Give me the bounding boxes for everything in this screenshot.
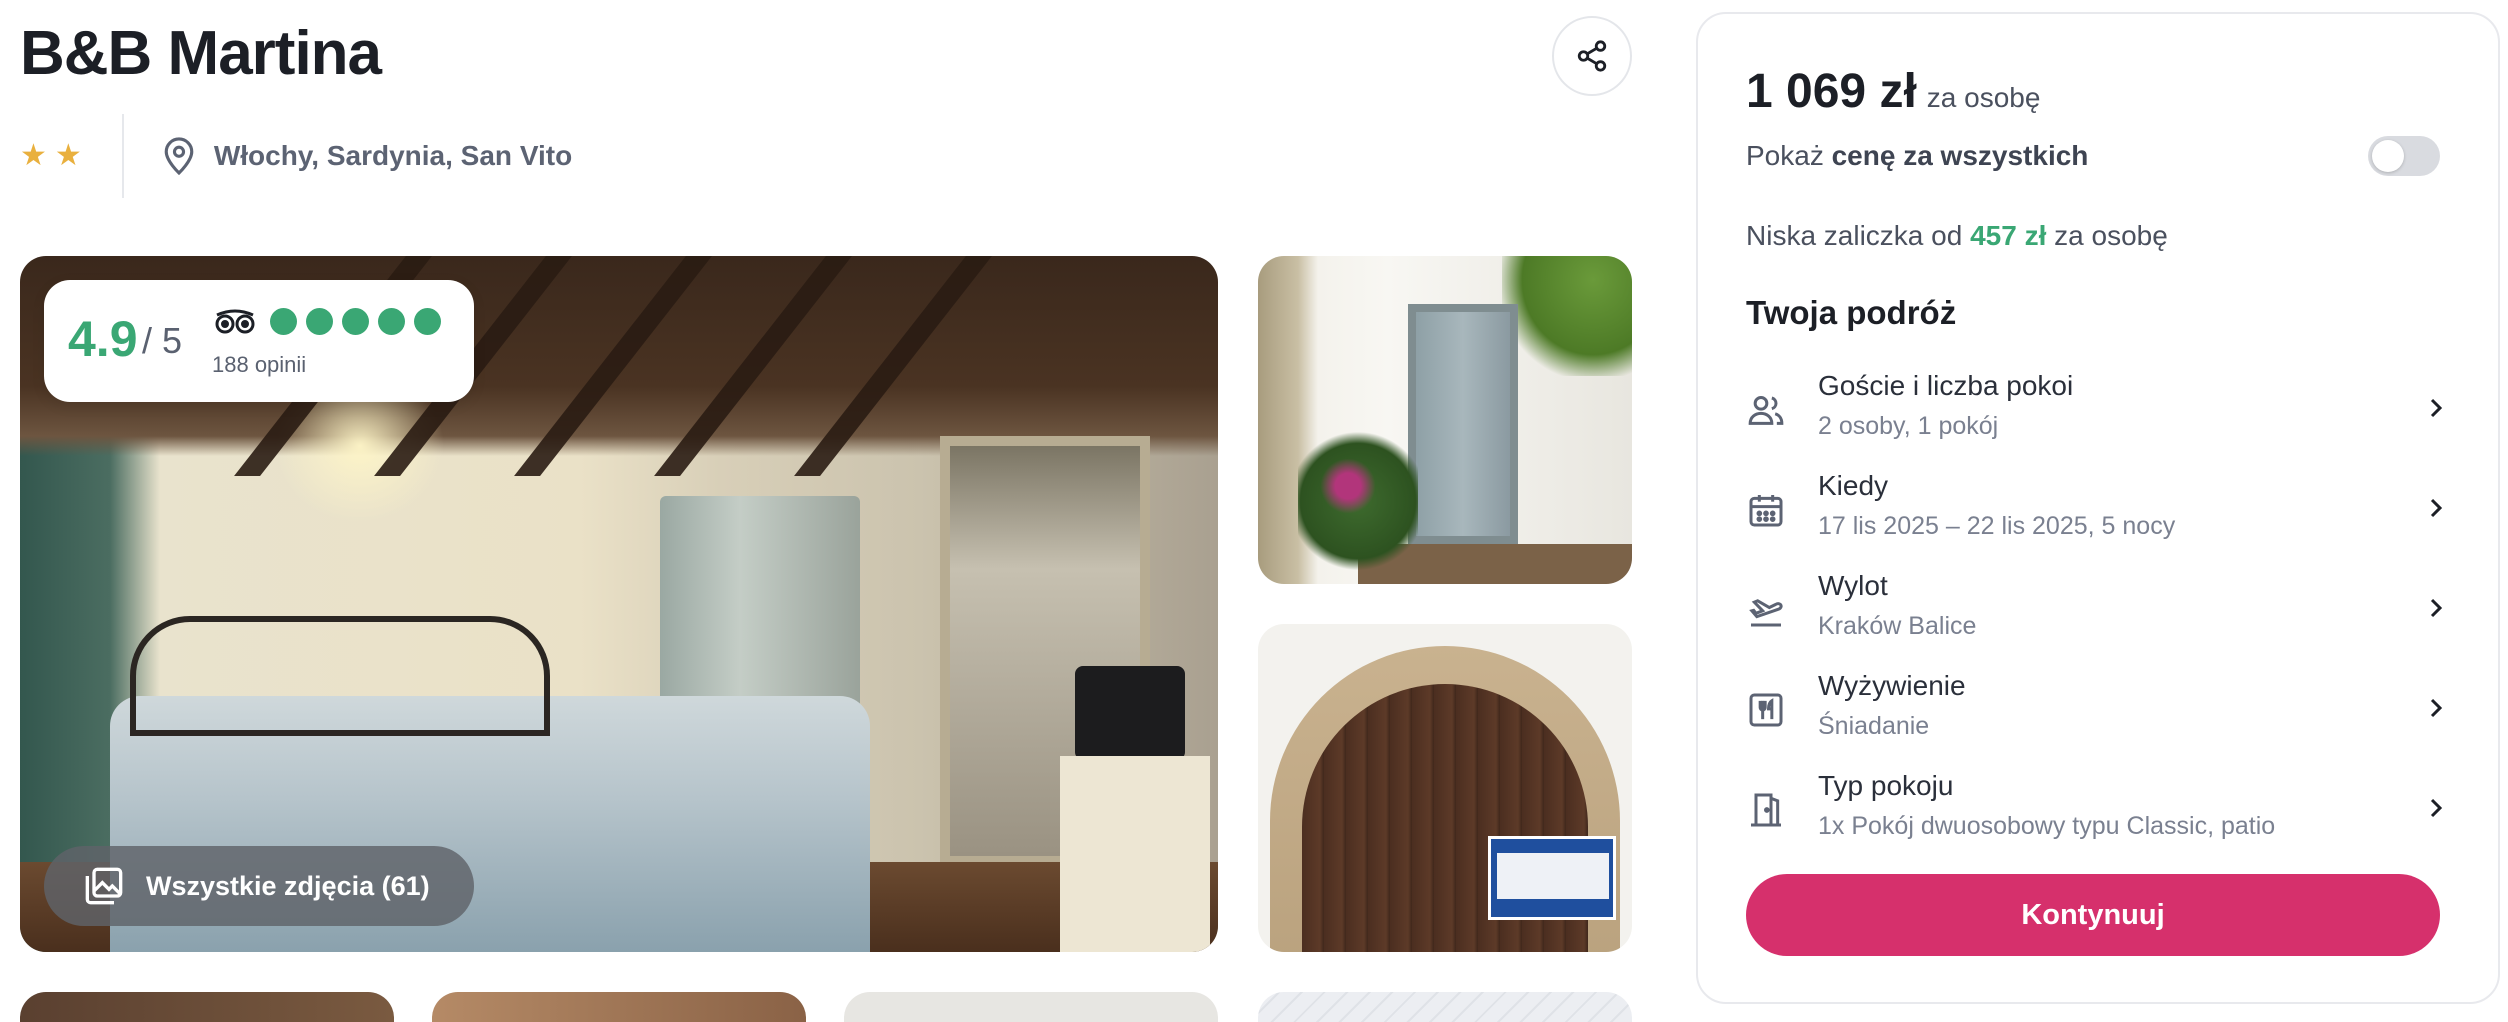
hotel-meta: ★ ★ Włochy, Sardynia, San Vito	[20, 114, 572, 198]
price: 1 069 zł	[1746, 65, 1917, 118]
trip-item-label: Wyżywienie	[1818, 670, 1966, 701]
trip-item-guests[interactable]: Goście i liczba pokoi 2 osoby, 1 pokój	[1746, 370, 2454, 458]
rating-bubble-icon	[270, 308, 297, 335]
photo-vine	[1502, 256, 1632, 376]
trip-item-departure[interactable]: Wylot Kraków Balice	[1746, 570, 2454, 658]
trip-item-dates[interactable]: Kiedy 17 lis 2025 – 22 lis 2025, 5 nocy	[1746, 470, 2454, 558]
photo-sign	[1488, 836, 1616, 920]
review-count[interactable]: 188 opinii	[212, 352, 306, 378]
deposit-suffix: za osobę	[2046, 220, 2168, 251]
star-icon: ★	[20, 139, 47, 172]
trip-item-value: Kraków Balice	[1818, 612, 1977, 640]
location: Włochy, Sardynia, San Vito	[162, 136, 572, 176]
divider	[121, 114, 124, 198]
rating-max: / 5	[142, 320, 183, 361]
price-unit: za osobę	[1926, 82, 2041, 113]
trip-item-value: 17 lis 2025 – 22 lis 2025, 5 nocy	[1818, 512, 2176, 540]
all-photos-label: Wszystkie zdjęcia (61)	[146, 870, 430, 901]
gallery-icon	[85, 867, 123, 905]
photo-tv	[1075, 666, 1185, 760]
thumbnail-map[interactable]	[1258, 992, 1632, 1022]
hotel-title: B&B Martina	[20, 19, 382, 88]
location-text: Włochy, Sardynia, San Vito	[213, 140, 573, 171]
tripadvisor-icon	[215, 309, 255, 334]
thumbnail-photo[interactable]	[20, 992, 394, 1022]
rating-bubble-icon	[306, 308, 333, 335]
price-row: 1 069 zł za osobę	[1746, 64, 2040, 119]
toggle-bold: cenę za wszystkich	[1831, 140, 2089, 171]
trip-heading: Twoja podróż	[1746, 294, 1957, 331]
location-pin-icon	[164, 137, 194, 176]
calendar-icon	[1749, 495, 1783, 527]
chevron-right-icon	[2430, 698, 2443, 718]
door-icon	[1751, 793, 1781, 827]
star-icon: ★	[54, 139, 82, 172]
photo-flowers	[1318, 456, 1378, 516]
chevron-right-icon	[2430, 398, 2443, 418]
trip-item-room-type[interactable]: Typ pokoju 1x Pokój dwuosobowy typu Clas…	[1746, 770, 2454, 858]
trip-item-value: Śniadanie	[1818, 712, 1930, 740]
trip-item-label: Typ pokoju	[1818, 770, 1954, 801]
rating-bubble-icon	[342, 308, 369, 335]
cutlery-icon	[1749, 693, 1783, 727]
share-button[interactable]	[1552, 16, 1632, 96]
booking-card: 1 069 zł za osobę Pokaż cenę za wszystki…	[1696, 12, 2500, 1004]
rating-bubble-icon	[378, 308, 405, 335]
toggle-knob	[2372, 140, 2404, 172]
total-price-toggle[interactable]	[2368, 136, 2440, 176]
trip-item-label: Kiedy	[1818, 470, 1889, 501]
trip-item-label: Goście i liczba pokoi	[1818, 370, 2074, 401]
trip-item-board[interactable]: Wyżywienie Śniadanie	[1746, 670, 2454, 758]
side-photo-door[interactable]	[1258, 256, 1632, 584]
photo-headboard	[130, 616, 550, 736]
chevron-right-icon	[2430, 498, 2443, 518]
chevron-right-icon	[2430, 598, 2443, 618]
photo-blue-door	[1408, 304, 1518, 544]
trip-item-label: Wylot	[1818, 570, 1888, 601]
all-photos-button[interactable]: Wszystkie zdjęcia (61)	[44, 846, 474, 926]
price-toggle-label: Pokaż cenę za wszystkich	[1746, 140, 2088, 172]
toggle-prefix: Pokaż	[1746, 140, 1832, 171]
trip-item-value: 2 osoby, 1 pokój	[1818, 412, 1999, 440]
photo-nightstand	[1060, 756, 1210, 952]
deposit-info: Niska zaliczka od 457 zł za osobę	[1746, 220, 2168, 252]
thumbnail-photo[interactable]	[432, 992, 806, 1022]
trip-item-value: 1x Pokój dwuosobowy typu Classic, patio	[1818, 812, 2276, 840]
users-icon	[1748, 396, 1784, 425]
chevron-right-icon	[2430, 798, 2443, 818]
deposit-amount: 457 zł	[1970, 220, 2047, 251]
rating-card[interactable]: 4.9 / 5 188 opinii	[44, 280, 474, 402]
share-icon	[1577, 40, 1607, 72]
side-photo-arch[interactable]	[1258, 624, 1632, 952]
rating-bubbles	[270, 308, 441, 335]
rating-score: 4.9	[68, 311, 138, 367]
continue-button[interactable]: Kontynuuj	[1746, 874, 2440, 956]
rating-bubble-icon	[414, 308, 441, 335]
thumbnail-photo[interactable]	[844, 992, 1218, 1022]
star-rating: ★ ★	[20, 141, 122, 171]
plane-departure-icon	[1749, 599, 1783, 627]
deposit-prefix: Niska zaliczka od	[1746, 220, 1971, 251]
